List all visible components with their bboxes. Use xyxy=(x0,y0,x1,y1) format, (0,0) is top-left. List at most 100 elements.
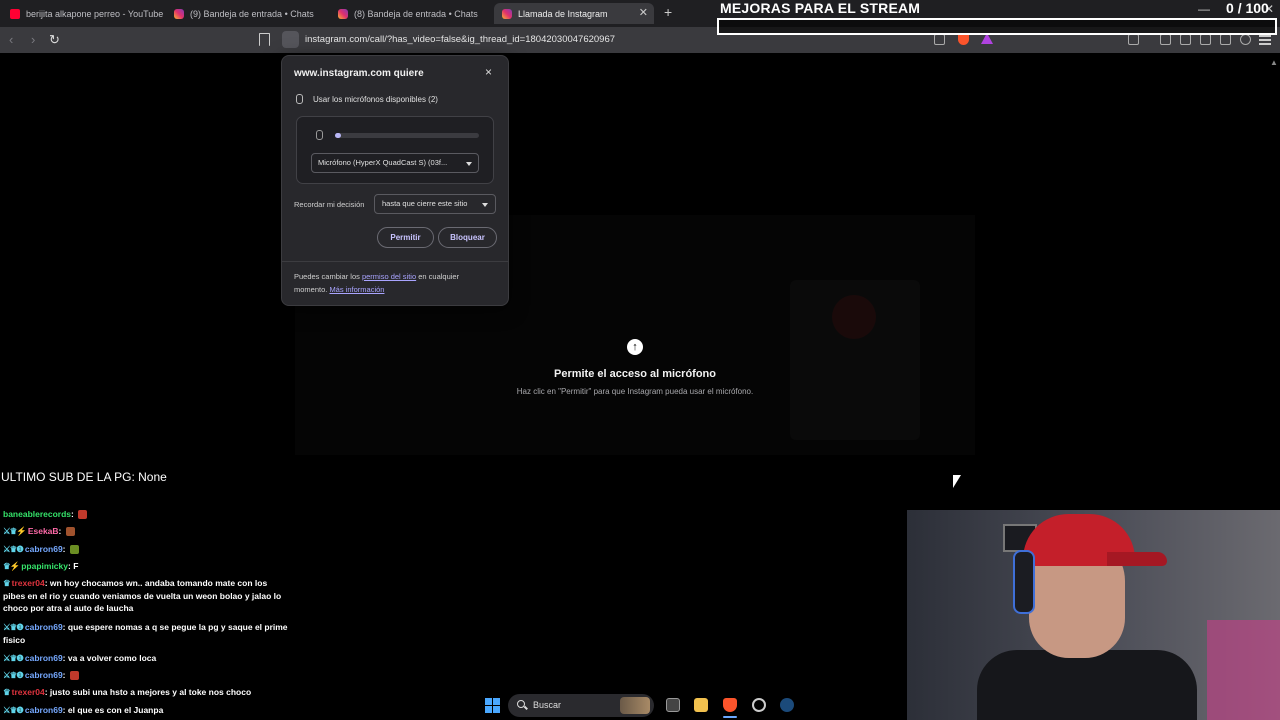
footer-text: Puedes cambiar los xyxy=(294,272,362,281)
close-tab-icon[interactable]: ✕ xyxy=(639,6,648,19)
taskbar: Buscar xyxy=(480,692,820,720)
chat-text: va a volver como loca xyxy=(67,653,157,663)
chat-username: cabron69 xyxy=(24,544,63,554)
file-explorer-icon[interactable] xyxy=(694,698,708,712)
chat-badges-icon: ⚔♛❶ xyxy=(3,622,24,632)
block-button[interactable]: Bloquear xyxy=(438,227,497,248)
wallet-icon[interactable] xyxy=(1200,34,1211,45)
chat-badges-icon: ⚔♛❶ xyxy=(3,670,24,680)
microphone-icon xyxy=(316,130,323,140)
task-view-icon[interactable] xyxy=(666,698,680,712)
remember-decision-select[interactable]: hasta que cierre este sitio xyxy=(374,194,496,214)
search-highlight-image xyxy=(620,697,650,714)
active-app-indicator xyxy=(723,716,737,718)
instagram-icon xyxy=(174,8,184,19)
mic-level-meter xyxy=(335,133,479,138)
chat-username: cabron69 xyxy=(24,622,63,632)
search-icon xyxy=(517,700,525,708)
chat-badges-icon: ♛ xyxy=(3,578,11,588)
mouse-cursor xyxy=(953,475,961,488)
tab-instagram-call[interactable]: Llamada de Instagram ✕ xyxy=(494,3,654,24)
remember-decision-label: Recordar mi decisión xyxy=(294,200,365,209)
webcam-feed xyxy=(907,510,1280,720)
more-info-link[interactable]: Más información xyxy=(329,285,384,294)
chat-username: trexer04 xyxy=(11,578,45,588)
chevron-down-icon xyxy=(466,162,472,166)
chat-username: baneablerecords xyxy=(3,509,72,519)
extensions-icon[interactable] xyxy=(1220,34,1231,45)
chat-badges-icon: ⚔♛❶ xyxy=(3,653,24,663)
chat-message: ⚔♛❶ cabron69: que espere nomas a q se peg… xyxy=(3,622,288,645)
screenshot-icon[interactable] xyxy=(1128,34,1139,45)
chat-message: ⚔♛❶ cabron69: xyxy=(3,669,288,682)
bookmark-icon[interactable] xyxy=(259,33,270,46)
chat-text: justo subi una hsto a mejores y al toke … xyxy=(49,687,252,697)
tab-youtube[interactable]: berijita alkapone perreo - YouTube xyxy=(10,3,170,24)
scroll-up-icon[interactable]: ▲ xyxy=(1270,58,1278,67)
new-tab-button[interactable]: + xyxy=(664,4,672,20)
brave-browser-icon[interactable] xyxy=(723,698,737,712)
sidebar-icon[interactable] xyxy=(1180,34,1191,45)
windows-start-icon[interactable] xyxy=(485,698,500,713)
chat-username: cabron69 xyxy=(24,670,63,680)
browser-icon[interactable] xyxy=(752,698,766,712)
chat-badges-icon: ⚔♛❶ xyxy=(3,544,24,554)
chat-badges-icon: ⚔♛❶ xyxy=(3,705,24,715)
chat-emote-icon xyxy=(69,545,79,555)
chat-message: ♛ trexer04: justo subi una hsto a mejores… xyxy=(3,687,252,697)
gaming-chair xyxy=(1207,620,1280,720)
chat-text: F xyxy=(73,561,79,571)
site-permission-link[interactable]: permiso del sitio xyxy=(362,272,416,281)
media-icon[interactable] xyxy=(1160,34,1171,45)
tab-instagram-inbox-9[interactable]: (9) Bandeja de entrada • Chats xyxy=(174,3,334,24)
chat-badges-icon: ♛⚡ xyxy=(3,561,20,571)
goal-progress-bar xyxy=(717,18,1277,35)
taskbar-search[interactable]: Buscar xyxy=(508,694,654,717)
menu-icon[interactable] xyxy=(1259,35,1271,37)
allow-button[interactable]: Permitir xyxy=(377,227,434,248)
forward-icon[interactable]: › xyxy=(31,32,35,47)
chat-emote-icon xyxy=(69,671,79,681)
tab-title: (9) Bandeja de entrada • Chats xyxy=(190,8,314,19)
dialog-footer: Puedes cambiar los permiso del sitio en … xyxy=(294,270,494,296)
chat-text: el que es con el Juanpa xyxy=(67,705,164,715)
instagram-icon xyxy=(502,8,512,19)
chat-username: cabron69 xyxy=(24,705,63,715)
goal-counter: 0 / 100 xyxy=(1226,0,1269,16)
tab-title: (8) Bandeja de entrada • Chats xyxy=(354,8,478,19)
chat-message: ⚔♛❶ cabron69: xyxy=(3,543,288,556)
youtube-icon xyxy=(10,8,20,19)
remember-decision-value: hasta que cierre este sitio xyxy=(382,199,468,208)
mic-request-label: Usar los micrófonos disponibles (2) xyxy=(313,95,438,104)
chat-username: trexer04 xyxy=(11,687,45,697)
chat-message: ⚔♛⚡ EsekaB: xyxy=(3,525,288,538)
selected-microphone: Micrófono (HyperX QuadCast S) (03f... xyxy=(318,158,448,167)
goal-title: MEJORAS PARA EL STREAM xyxy=(720,0,921,16)
headset xyxy=(1013,550,1035,614)
close-icon[interactable]: × xyxy=(485,65,492,79)
minimize-icon[interactable]: — xyxy=(1198,2,1210,16)
chat-username: ppapimicky xyxy=(21,561,68,571)
vpn-icon[interactable] xyxy=(1240,34,1251,45)
mic-access-heading: Permite el acceso al micrófono xyxy=(553,368,716,380)
chat-message: ♛ trexer04: wn hoy chocamos wn.. andaba t… xyxy=(3,578,282,613)
microphone-select[interactable]: Micrófono (HyperX QuadCast S) (03f... xyxy=(311,153,479,173)
chat-username: EsekaB xyxy=(27,526,59,536)
reload-icon[interactable]: ↻ xyxy=(49,32,60,48)
arrow-up-icon: ↑ xyxy=(627,339,643,355)
site-info-icon[interactable] xyxy=(282,31,299,48)
tab-title: berijita alkapone perreo - YouTube xyxy=(26,8,164,19)
back-icon[interactable]: ‹ xyxy=(9,32,13,47)
instagram-icon xyxy=(338,8,348,19)
chat-username: cabron69 xyxy=(24,653,63,663)
share-icon[interactable] xyxy=(934,34,945,45)
tab-instagram-inbox-8[interactable]: (8) Bandeja de entrada • Chats xyxy=(338,3,493,24)
cap-brim xyxy=(1107,552,1167,566)
steam-icon[interactable] xyxy=(780,698,794,712)
chat-emote-icon xyxy=(78,510,88,520)
chat-message: ⚔♛❶ cabron69: va a volver como loca xyxy=(3,653,157,663)
microphone-panel: Micrófono (HyperX QuadCast S) (03f... xyxy=(296,116,494,184)
url-field[interactable]: instagram.com/call/?has_video=false&ig_t… xyxy=(305,34,615,45)
chevron-down-icon xyxy=(482,203,488,207)
chat-message: baneablerecords: xyxy=(3,508,288,521)
